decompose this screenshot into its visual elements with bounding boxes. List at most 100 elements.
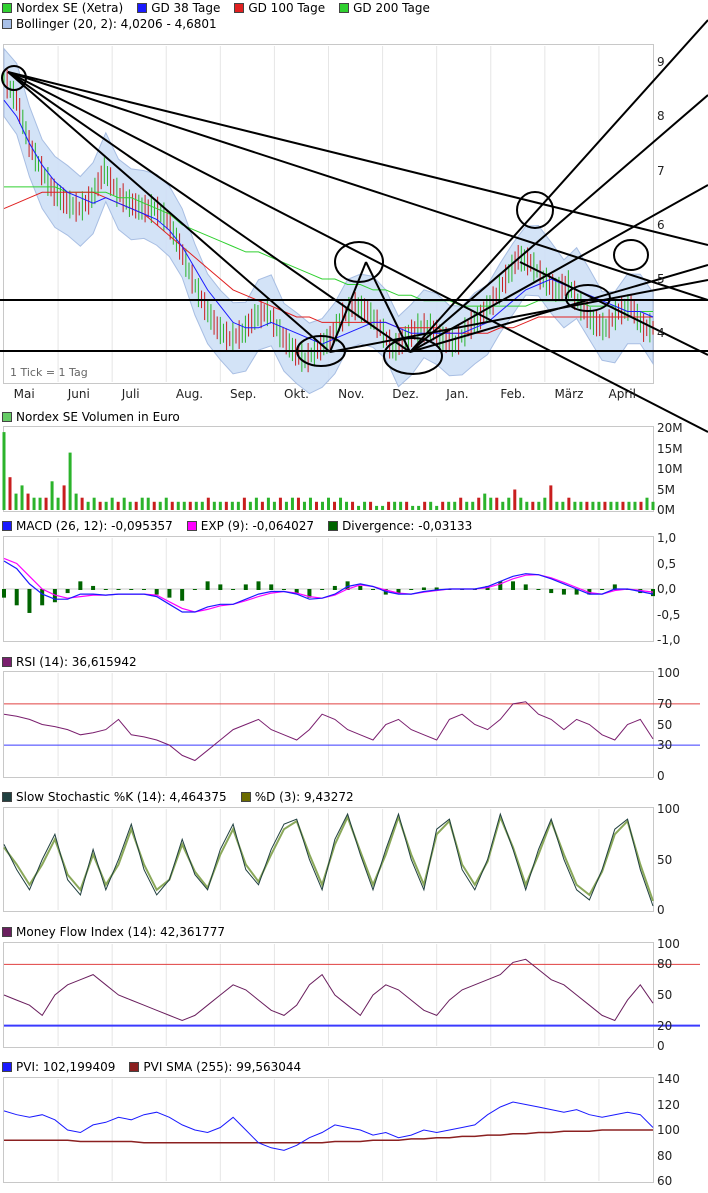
volume-y-tick: 5M — [657, 482, 675, 497]
volume-bar — [495, 497, 499, 510]
divergence-bar — [27, 589, 32, 613]
divergence-bar — [511, 581, 516, 590]
volume-bar — [363, 501, 367, 510]
volume-bar — [80, 497, 84, 510]
divergence-bar — [91, 585, 96, 590]
volume-bar — [555, 501, 559, 510]
volume-bar — [170, 501, 174, 510]
volume-bar — [381, 505, 385, 510]
volume-bar — [92, 497, 96, 510]
volume-bar — [308, 497, 312, 510]
divergence-bar — [14, 589, 19, 606]
volume-bar — [633, 501, 637, 510]
month-label: April — [608, 387, 636, 401]
volume-bar — [116, 501, 120, 510]
divergence-bar — [498, 581, 503, 590]
volume-bar — [387, 501, 391, 510]
volume-bar — [369, 501, 373, 510]
rsi-y-tick: 30 — [657, 738, 673, 753]
volume-bar — [290, 497, 294, 510]
volume-bar — [441, 501, 445, 510]
divergence-bar — [371, 589, 376, 590]
volume-bar — [260, 501, 264, 510]
mfi-y-tick: 100 — [657, 937, 680, 951]
volume-bar — [140, 497, 144, 510]
mfi-y-tick: 50 — [657, 988, 673, 1002]
pvi-y-tick: 140 — [657, 1072, 680, 1086]
volume-bar — [357, 505, 361, 510]
volume-bar — [345, 501, 349, 510]
volume-bar — [543, 497, 547, 510]
volume-bar — [459, 497, 463, 510]
macd-y-tick: 1,0 — [657, 531, 677, 545]
volume-bar — [230, 501, 234, 510]
volume-bar — [351, 501, 355, 510]
volume-bar — [609, 501, 613, 510]
price-y-tick: 5 — [657, 272, 665, 287]
price-y-tick: 7 — [657, 163, 665, 178]
month-label: Juli — [121, 387, 140, 401]
volume-bar — [411, 505, 415, 510]
mfi-y-tick: 0 — [657, 1039, 665, 1053]
divergence-bar — [523, 584, 528, 590]
volume-bar — [651, 501, 655, 510]
divergence-bar — [40, 589, 45, 606]
volume-bar — [579, 501, 583, 510]
divergence-bar — [536, 589, 541, 590]
divergence-bar — [421, 587, 426, 590]
volume-bar — [2, 432, 6, 510]
divergence-bar — [205, 581, 210, 590]
volume-bar — [525, 501, 529, 510]
volume-bar — [423, 501, 427, 510]
divergence-bar — [269, 584, 274, 590]
annotation-circle — [613, 239, 649, 271]
volume-y-tick: 20M — [657, 421, 683, 435]
volume-bar — [567, 497, 571, 510]
rsi-y-tick: 0 — [657, 769, 665, 783]
macd-y-tick: 0,5 — [657, 556, 677, 571]
volume-bar — [435, 505, 439, 510]
volume-bar — [68, 452, 72, 510]
volume-bar — [585, 501, 589, 510]
stoch-y-tick: 0 — [657, 903, 665, 917]
month-label: Okt. — [284, 387, 309, 401]
price-y-tick: 9 — [657, 55, 665, 70]
volume-bar — [483, 493, 487, 510]
pvi-y-tick: 80 — [657, 1148, 673, 1163]
volume-bar — [152, 501, 156, 510]
volume-y-tick: 0M — [657, 503, 675, 517]
volume-y-tick: 10M — [657, 462, 683, 476]
volume-bar — [320, 501, 324, 510]
stoch-y-tick: 50 — [657, 852, 673, 867]
volume-bar — [501, 501, 505, 510]
volume-bar — [489, 497, 493, 510]
volume-bar — [591, 501, 595, 510]
volume-bar — [621, 501, 625, 510]
volume-bar — [417, 505, 421, 510]
stoch-y-tick: 100 — [657, 802, 680, 816]
month-label: Nov. — [338, 387, 365, 401]
volume-bar — [615, 501, 619, 510]
divergence-bar — [256, 581, 261, 590]
volume-bar — [206, 497, 210, 510]
divergence-bar — [561, 589, 566, 595]
month-label: Mai — [13, 387, 35, 401]
divergence-bar — [2, 589, 6, 598]
divergence-bar — [243, 584, 248, 590]
volume-bar — [561, 501, 565, 510]
volume-bar — [639, 501, 643, 510]
volume-bar — [8, 477, 12, 510]
rsi-y-tick: 70 — [657, 696, 673, 711]
volume-bar — [507, 497, 511, 510]
volume-bar — [597, 501, 601, 510]
month-label: März — [554, 387, 584, 401]
divergence-bar — [409, 589, 414, 590]
divergence-bar — [154, 589, 159, 595]
volume-bar — [393, 501, 397, 510]
volume-bar — [645, 497, 649, 510]
chart-overlay — [0, 19, 708, 1181]
divergence-bar — [192, 589, 197, 590]
volume-bar — [128, 501, 132, 510]
month-label: Dez. — [392, 387, 419, 401]
volume-bar — [302, 501, 306, 510]
